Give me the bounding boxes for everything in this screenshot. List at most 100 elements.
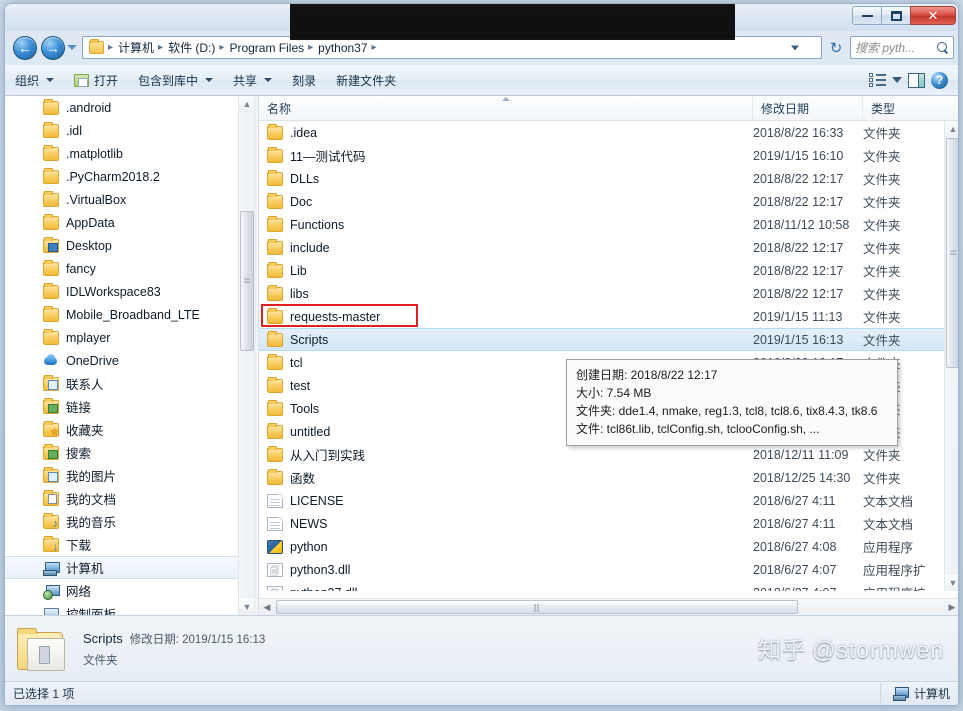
column-header-name[interactable]: 名称: [259, 95, 753, 121]
maximize-button[interactable]: [881, 6, 910, 25]
navigation-scroll-thumb[interactable]: [240, 211, 254, 351]
burn-label: 刻录: [292, 73, 317, 88]
file-list-horizontal-scrollbar[interactable]: ◀ ▶: [259, 598, 958, 615]
folder-icon: [43, 328, 59, 345]
recent-locations-chevron-down-icon[interactable]: [67, 45, 77, 50]
sidebar-item-21[interactable]: 网络: [5, 579, 238, 602]
sidebar-item-label: mplayer: [66, 330, 111, 345]
table-row[interactable]: Scripts 2019/1/15 16:13 文件夹: [259, 328, 944, 351]
navigation-scrollbar[interactable]: ▲ ▼: [238, 96, 254, 615]
scroll-up-icon[interactable]: ▲: [239, 96, 254, 112]
sidebar-item-19[interactable]: 下载: [5, 533, 238, 556]
table-row[interactable]: DLLs 2018/8/22 12:17 文件夹: [259, 167, 944, 190]
sidebar-item-2[interactable]: .matplotlib: [5, 142, 238, 165]
table-row[interactable]: python 2018/6/27 4:08 应用程序: [259, 535, 944, 558]
sidebar-item-20[interactable]: 计算机: [5, 556, 238, 579]
table-row[interactable]: python37.dll 2018/6/27 4:07应用程序扩: [259, 581, 944, 591]
column-header-date-modified[interactable]: 修改日期: [753, 95, 863, 121]
sidebar-item-8[interactable]: IDLWorkspace83: [5, 280, 238, 303]
burn-button[interactable]: 刻录: [282, 68, 326, 92]
scroll-left-icon[interactable]: ◀: [259, 599, 275, 615]
cell-type: 文件夹: [863, 288, 901, 302]
scroll-down-icon[interactable]: ▼: [239, 599, 254, 615]
share-with-button[interactable]: 共享: [223, 68, 282, 92]
close-button[interactable]: ✕: [910, 6, 956, 25]
sidebar-item-9[interactable]: Mobile_Broadband_LTE: [5, 303, 238, 326]
sidebar-item-10[interactable]: mplayer: [5, 326, 238, 349]
sidebar-item-4[interactable]: .VirtualBox: [5, 188, 238, 211]
sidebar-item-7[interactable]: fancy: [5, 257, 238, 280]
table-row[interactable]: Doc 2018/8/22 12:17 文件夹: [259, 190, 944, 213]
column-header-date-label: 修改日期: [761, 101, 810, 116]
sidebar-item-16[interactable]: 我的图片: [5, 464, 238, 487]
sidebar-item-3[interactable]: .PyCharm2018.2: [5, 165, 238, 188]
address-chevron-down-icon[interactable]: [791, 45, 799, 50]
scroll-up-icon[interactable]: ▲: [945, 121, 958, 137]
open-label: 打开: [94, 73, 119, 88]
preview-pane-icon[interactable]: [908, 72, 925, 88]
folder-icon: [89, 39, 104, 54]
table-row[interactable]: Lib 2018/8/22 12:17 文件夹: [259, 259, 944, 282]
file-name-label: Lib: [290, 263, 307, 278]
breadcrumb-item-python37[interactable]: python37: [315, 41, 370, 55]
table-row[interactable]: python3.dll 2018/6/27 4:07 应用程序扩: [259, 558, 944, 581]
breadcrumb-item-computer[interactable]: 计算机: [115, 39, 157, 56]
sidebar-item-15[interactable]: 搜索: [5, 441, 238, 464]
table-row[interactable]: .idea 2018/8/22 16:33 文件夹: [259, 121, 944, 144]
scroll-down-icon[interactable]: ▼: [945, 575, 958, 591]
sidebar-item-6[interactable]: Desktop: [5, 234, 238, 257]
horizontal-scroll-thumb[interactable]: [276, 600, 798, 614]
table-row[interactable]: 从入门到实践 2018/12/11 11:09 文件夹: [259, 443, 944, 466]
scroll-right-icon[interactable]: ▶: [944, 599, 958, 615]
sidebar-item-0[interactable]: .android: [5, 96, 238, 119]
cell-type: 文件夹: [863, 127, 901, 141]
include-in-library-button[interactable]: 包含到库中: [128, 68, 223, 92]
sidebar-item-17[interactable]: 我的文档: [5, 487, 238, 510]
file-list-scroll-thumb[interactable]: [946, 138, 958, 368]
sidebar-item-13[interactable]: 链接: [5, 395, 238, 418]
change-view-icon[interactable]: [869, 73, 886, 87]
table-row[interactable]: 函数 2018/12/25 14:30 文件夹: [259, 466, 944, 489]
breadcrumb-item-program-files[interactable]: Program Files: [226, 41, 307, 55]
sidebar-item-1[interactable]: .idl: [5, 119, 238, 142]
table-row[interactable]: LICENSE 2018/6/27 4:11 文本文档: [259, 489, 944, 512]
tooltip-created-date: 创建日期: 2018/8/22 12:17: [576, 368, 718, 382]
file-name-label: python37.dll: [290, 586, 357, 592]
table-row[interactable]: NEWS 2018/6/27 4:11 文本文档: [259, 512, 944, 535]
include-library-label: 包含到库中: [138, 73, 199, 88]
table-row[interactable]: Functions 2018/11/12 10:58 文件夹: [259, 213, 944, 236]
cell-type: 文件夹: [863, 173, 901, 187]
minimize-button[interactable]: [852, 6, 881, 25]
dllfile-icon: [267, 585, 283, 591]
table-row[interactable]: libs 2018/8/22 12:17 文件夹: [259, 282, 944, 305]
sidebar-item-11[interactable]: OneDrive: [5, 349, 238, 372]
help-icon[interactable]: ?: [931, 71, 948, 89]
folder-icon: [267, 215, 283, 232]
back-button[interactable]: ←: [13, 36, 37, 60]
search-input[interactable]: 搜索 pyth...: [850, 36, 954, 59]
sidebar-item-label: .VirtualBox: [66, 192, 127, 207]
new-folder-button[interactable]: 新建文件夹: [326, 68, 406, 92]
sidebar-item-12[interactable]: 联系人: [5, 372, 238, 395]
view-chevron-down-icon[interactable]: [892, 77, 902, 83]
column-header-type[interactable]: 类型: [863, 96, 944, 121]
table-row[interactable]: requests-master 2019/1/15 11:13 文件夹: [259, 304, 944, 328]
refresh-button[interactable]: ↻: [825, 36, 847, 59]
folder-icon: [43, 98, 59, 115]
organize-button[interactable]: 组织: [5, 68, 64, 92]
table-row[interactable]: 11—测试代码 2019/1/15 16:10 文件夹: [259, 144, 944, 167]
sidebar-item-label: .idl: [66, 123, 82, 138]
forward-button[interactable]: →: [41, 36, 65, 60]
sidebar-item-18[interactable]: 我的音乐: [5, 510, 238, 533]
file-list-vertical-scrollbar[interactable]: ▲ ▼: [944, 121, 958, 591]
file-name-label: NEWS: [290, 516, 328, 531]
open-button[interactable]: 打开: [64, 68, 128, 92]
breadcrumb-address-bar[interactable]: ▸ 计算机 ▸ 软件 (D:) ▸ Program Files ▸ python…: [82, 36, 822, 59]
table-row[interactable]: include 2018/8/22 12:17 文件夹: [259, 236, 944, 259]
breadcrumb-item-drive-d[interactable]: 软件 (D:): [165, 39, 218, 56]
sidebar-item-14[interactable]: 收藏夹: [5, 418, 238, 441]
sidebar-item-22[interactable]: 控制面板: [5, 602, 238, 615]
sidebar-item-5[interactable]: AppData: [5, 211, 238, 234]
folder-green-icon: [43, 443, 59, 460]
file-name-label: python3.dll: [290, 562, 351, 577]
